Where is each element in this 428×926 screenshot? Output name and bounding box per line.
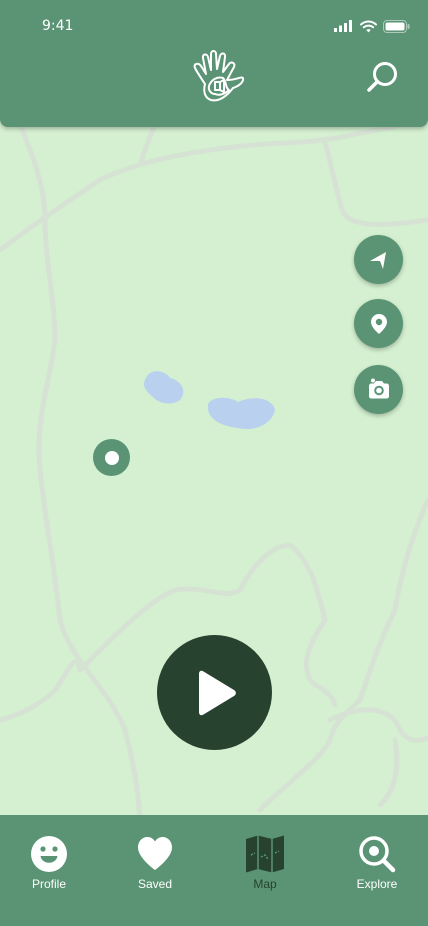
nav-saved-label: Saved xyxy=(137,877,173,891)
explore-search-icon xyxy=(359,836,396,873)
nav-profile[interactable]: Profile xyxy=(9,835,89,891)
play-icon xyxy=(198,670,236,715)
wifi-icon xyxy=(360,20,377,32)
folded-map-icon xyxy=(246,835,284,873)
battery-icon xyxy=(383,19,410,33)
nav-profile-label: Profile xyxy=(31,877,66,891)
navigate-button[interactable] xyxy=(354,235,403,284)
smiley-face-icon xyxy=(31,836,67,872)
nav-explore-label: Explore xyxy=(356,877,398,891)
play-button[interactable] xyxy=(157,635,272,750)
app-header: 9:41 xyxy=(0,0,428,127)
nav-map[interactable]: Map xyxy=(225,835,305,891)
nav-explore[interactable]: Explore xyxy=(337,835,417,891)
hand-map-logo-icon xyxy=(193,50,245,102)
status-icons xyxy=(334,18,410,34)
location-button[interactable] xyxy=(354,299,403,348)
location-pin-icon xyxy=(370,313,387,334)
search-icon[interactable] xyxy=(364,58,402,96)
status-time: 9:41 xyxy=(42,18,74,34)
nav-saved[interactable]: Saved xyxy=(115,835,195,891)
heart-icon xyxy=(138,837,172,870)
camera-icon xyxy=(368,378,389,398)
camera-button[interactable] xyxy=(354,365,403,414)
map-canvas[interactable] xyxy=(0,0,428,926)
nav-map-label: Map xyxy=(253,877,277,891)
cellular-signal-icon xyxy=(334,20,352,32)
bottom-nav: Profile Saved Map Explore xyxy=(0,815,428,926)
location-dot xyxy=(104,450,119,465)
current-location-marker[interactable] xyxy=(93,439,130,476)
navigation-arrow-icon xyxy=(369,251,386,269)
